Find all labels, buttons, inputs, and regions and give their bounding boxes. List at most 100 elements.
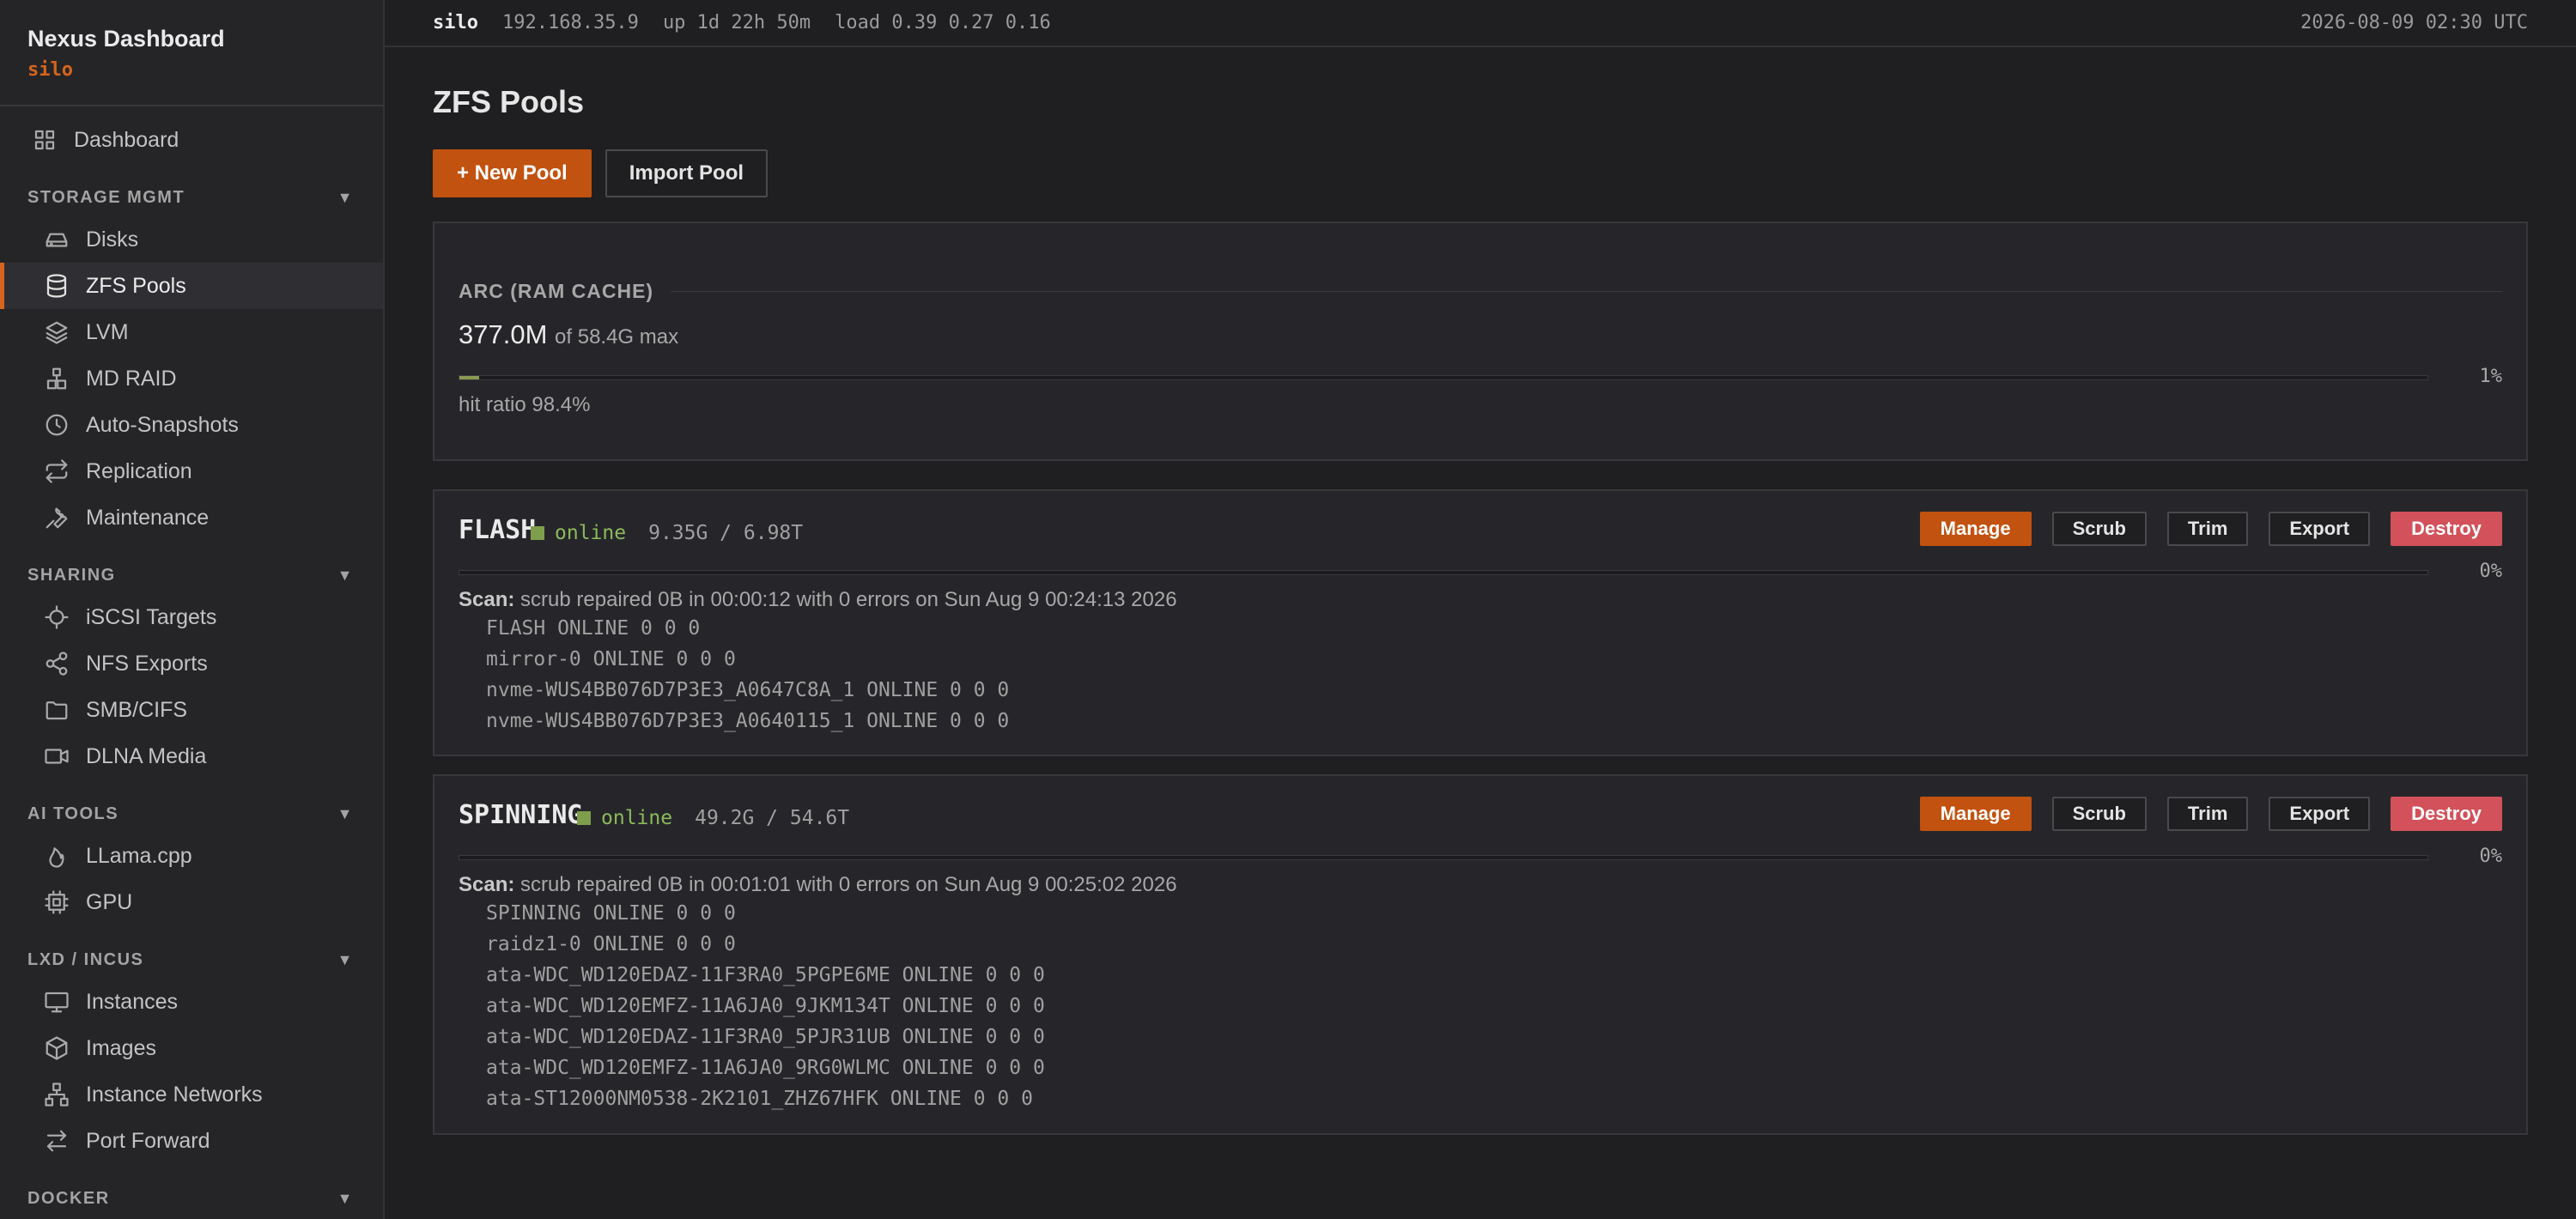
sidebar-item-replication[interactable]: Replication (0, 448, 383, 494)
section-sharing[interactable]: SHARING ▼ (0, 558, 383, 592)
status-indicator (577, 811, 591, 825)
export-button[interactable]: Export (2269, 512, 2371, 546)
sidebar-item-images[interactable]: Images (0, 1025, 383, 1071)
sidebar-item-dashboard[interactable]: Dashboard (0, 117, 383, 163)
vdev-row: ata-WDC_WD120EDAZ-11F3RA0_5PJR31UB ONLIN… (486, 1026, 1045, 1048)
sidebar-item-instance-networks[interactable]: Instance Networks (0, 1071, 383, 1118)
grid-icon (31, 126, 58, 154)
section-label: SHARING (27, 565, 116, 585)
blocks-icon (43, 365, 70, 392)
page-actions: + New Pool Import Pool (433, 149, 769, 197)
pool-card-flash: FLASH online 9.35G / 6.98T Manage Scrub … (433, 489, 2528, 756)
import-pool-button[interactable]: Import Pool (605, 149, 769, 197)
monitor-icon (43, 988, 70, 1016)
manage-button[interactable]: Manage (1919, 512, 2032, 546)
network-icon (43, 1081, 70, 1108)
load-average: load 0.39 0.27 0.16 (835, 12, 1051, 33)
status-badge: online (555, 522, 627, 544)
section-docker[interactable]: DOCKER ▼ (0, 1181, 383, 1216)
pool-status: online 9.35G / 6.98T (531, 522, 803, 544)
vdev-row: ata-ST12000NM0538-2K2101_ZHZ67HFK ONLINE… (486, 1088, 1033, 1110)
destroy-button[interactable]: Destroy (2391, 512, 2502, 546)
hard-drive-icon (43, 226, 70, 253)
scrub-button[interactable]: Scrub (2051, 797, 2147, 831)
section-ai-tools[interactable]: AI TOOLS ▼ (0, 797, 383, 831)
destroy-button[interactable]: Destroy (2391, 797, 2502, 831)
section-lxd-incus[interactable]: LXD / INCUS ▼ (0, 943, 383, 977)
arc-heading-label: ARC (RAM CACHE) (459, 280, 654, 302)
sidebar-item-llama-cpp[interactable]: LLama.cpp (0, 833, 383, 879)
divider (671, 291, 2502, 292)
pool-name: SPINNING (459, 800, 583, 830)
sidebar-item-disks[interactable]: Disks (0, 216, 383, 263)
sidebar-item-instances[interactable]: Instances (0, 979, 383, 1025)
sidebar-item-label: Replication (86, 458, 192, 483)
repeat-icon (43, 458, 70, 485)
trim-button[interactable]: Trim (2166, 797, 2249, 831)
export-button[interactable]: Export (2269, 797, 2371, 831)
brand: Nexus Dashboard silo (0, 0, 383, 106)
arc-progress-bar (459, 375, 2428, 380)
pool-usage: 9.35G / 6.98T (648, 522, 804, 544)
box-icon (43, 1034, 70, 1062)
scrub-button[interactable]: Scrub (2051, 512, 2147, 546)
sidebar-item-dlna-media[interactable]: DLNA Media (0, 733, 383, 779)
crosshair-icon (43, 603, 70, 631)
clock: 2026-08-09 02:30 UTC (2300, 12, 2528, 33)
pool-actions: Manage Scrub Trim Export Destroy (1919, 512, 2502, 546)
section-label: STORAGE MGMT (27, 187, 185, 207)
sidebar-item-port-forward[interactable]: Port Forward (0, 1118, 383, 1164)
vdev-row: nvme-WUS4BB076D7P3E3_A0647C8A_1 ONLINE 0… (486, 679, 1010, 701)
arc-card: ARC (RAM CACHE) 377.0M of 58.4G max 1% h… (433, 221, 2528, 461)
scan-status: Scan: scrub repaired 0B in 00:01:01 with… (459, 873, 1177, 897)
section-storage-mgmt[interactable]: STORAGE MGMT ▼ (0, 180, 383, 215)
sidebar-item-lvm[interactable]: LVM (0, 309, 383, 355)
vdev-row: SPINNING ONLINE 0 0 0 (486, 902, 736, 925)
chevron-down-icon: ▼ (337, 566, 354, 584)
arc-heading: ARC (RAM CACHE) (459, 280, 2502, 303)
sidebar-item-smb-cifs[interactable]: SMB/CIFS (0, 687, 383, 733)
manage-button[interactable]: Manage (1919, 797, 2032, 831)
cpu-icon (43, 888, 70, 916)
sidebar-item-label: NFS Exports (86, 651, 208, 676)
arc-percent: 1% (2479, 366, 2503, 387)
new-pool-button[interactable]: + New Pool (433, 149, 592, 197)
brand-title: Nexus Dashboard (27, 26, 225, 52)
arc-hit-ratio: hit ratio 98.4% (459, 393, 591, 416)
sidebar-item-gpu[interactable]: GPU (0, 879, 383, 925)
sidebar-item-zfs-pools[interactable]: ZFS Pools (0, 263, 383, 309)
sidebar-item-label: Disks (86, 227, 139, 252)
sidebar-item-maintenance[interactable]: Maintenance (0, 494, 383, 541)
pool-percent: 0% (2479, 846, 2503, 867)
arrows-exchange-icon (43, 1127, 70, 1155)
pool-status: online 49.2G / 54.6T (577, 807, 849, 829)
arc-max: of 58.4G max (555, 325, 679, 349)
section-label: DOCKER (27, 1188, 110, 1208)
folder-icon (43, 696, 70, 724)
trim-button[interactable]: Trim (2166, 512, 2249, 546)
sidebar-item-auto-snapshots[interactable]: Auto-Snapshots (0, 402, 383, 448)
wrench-icon (43, 504, 70, 531)
vdev-row: FLASH ONLINE 0 0 0 (486, 617, 701, 640)
pool-name: FLASH (459, 515, 537, 545)
vdev-row: ata-WDC_WD120EMFZ-11A6JA0_9RG0WLMC ONLIN… (486, 1057, 1045, 1079)
pool-card-spinning: SPINNING online 49.2G / 54.6T Manage Scr… (433, 774, 2528, 1135)
sidebar-item-label: SMB/CIFS (86, 697, 188, 722)
scan-text: scrub repaired 0B in 00:00:12 with 0 err… (520, 588, 1177, 611)
vdev-row: nvme-WUS4BB076D7P3E3_A0640115_1 ONLINE 0… (486, 710, 1010, 732)
sidebar: Nexus Dashboard silo Dashboard STORAGE M… (0, 0, 385, 1219)
scan-label: Scan: (459, 588, 515, 611)
sidebar-item-nfs-exports[interactable]: NFS Exports (0, 640, 383, 687)
sidebar-item-iscsi-targets[interactable]: iSCSI Targets (0, 594, 383, 640)
status-indicator (531, 526, 544, 540)
database-icon (43, 272, 70, 300)
chevron-down-icon: ▼ (337, 1189, 354, 1207)
sidebar-item-label: LLama.cpp (86, 843, 192, 868)
sidebar-item-label: ZFS Pools (86, 273, 186, 298)
status-bar: silo 192.168.35.9 up 1d 22h 50m load 0.3… (385, 0, 2576, 47)
section-label: LXD / INCUS (27, 949, 144, 969)
vdev-row: raidz1-0 ONLINE 0 0 0 (486, 933, 736, 955)
vdev-row: mirror-0 ONLINE 0 0 0 (486, 648, 736, 670)
sidebar-item-md-raid[interactable]: MD RAID (0, 355, 383, 402)
arc-used: 377.0M (459, 319, 548, 349)
